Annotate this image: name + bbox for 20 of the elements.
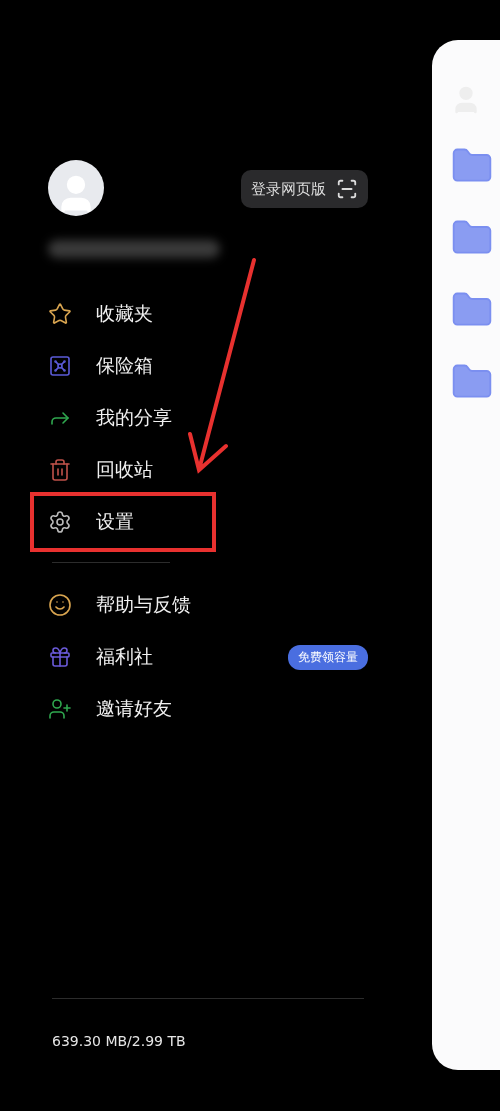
menu-item[interactable]: 收藏夹 — [96, 301, 368, 327]
gift-icon — [48, 645, 72, 669]
menu-item[interactable]: 保险箱 — [96, 353, 368, 379]
menu-item[interactable]: 帮助与反馈 — [96, 592, 368, 618]
menu-item[interactable]: 设置 — [96, 509, 148, 535]
menu-item[interactable]: 邀请好友 — [96, 696, 368, 722]
safe-icon — [48, 354, 72, 378]
add-user-icon — [48, 697, 72, 721]
scan-icon — [336, 178, 358, 200]
star-icon — [48, 302, 72, 326]
avatar[interactable] — [48, 160, 104, 216]
settings-icon — [48, 510, 72, 534]
menu-item[interactable]: 福利社 — [96, 644, 264, 670]
menu-item[interactable]: 我的分享 — [96, 405, 368, 431]
promo-badge[interactable]: 免费领容量 — [288, 644, 368, 670]
trash-icon — [48, 458, 72, 482]
menu-item[interactable]: 回收站 — [96, 457, 368, 483]
smile-icon — [48, 593, 72, 617]
storage-usage: 639.30 MB/2.99 TB — [52, 1033, 187, 1049]
web-login-button[interactable]: 登录网页版 — [241, 170, 368, 208]
